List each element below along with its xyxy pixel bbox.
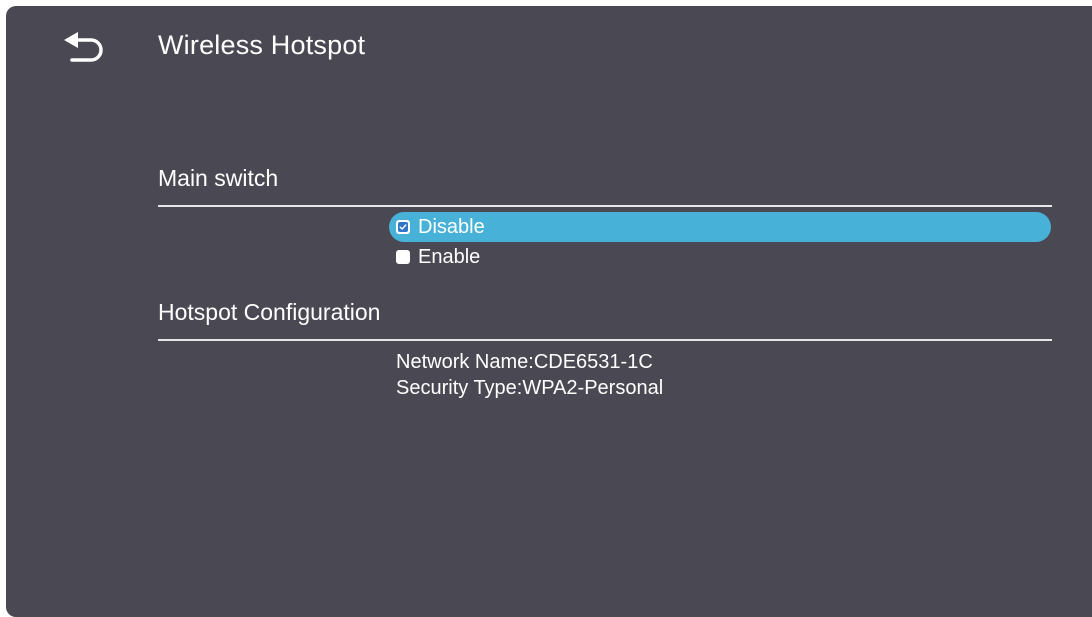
security-type-text: Security Type:WPA2-Personal: [396, 377, 664, 399]
option-disable[interactable]: Disable: [389, 212, 1051, 242]
page-title: Wireless Hotspot: [158, 30, 366, 60]
option-enable-label: Enable: [418, 245, 481, 268]
checkbox-unchecked-icon: [396, 250, 410, 264]
main-switch-divider: [158, 205, 1052, 207]
option-disable-label: Disable: [418, 215, 485, 238]
back-arrow-icon: [64, 32, 103, 62]
settings-screen: Wireless Hotspot Main switch Disable Ena…: [6, 6, 1092, 617]
main-switch-label: Main switch: [158, 165, 279, 191]
back-button[interactable]: [58, 28, 108, 72]
hotspot-config-label: Hotspot Configuration: [158, 299, 381, 325]
network-name-text: Network Name:CDE6531-1C: [396, 351, 653, 373]
option-enable[interactable]: Enable: [389, 242, 1051, 272]
hotspot-config-divider: [158, 339, 1052, 341]
checkbox-checked-icon: [396, 220, 410, 234]
